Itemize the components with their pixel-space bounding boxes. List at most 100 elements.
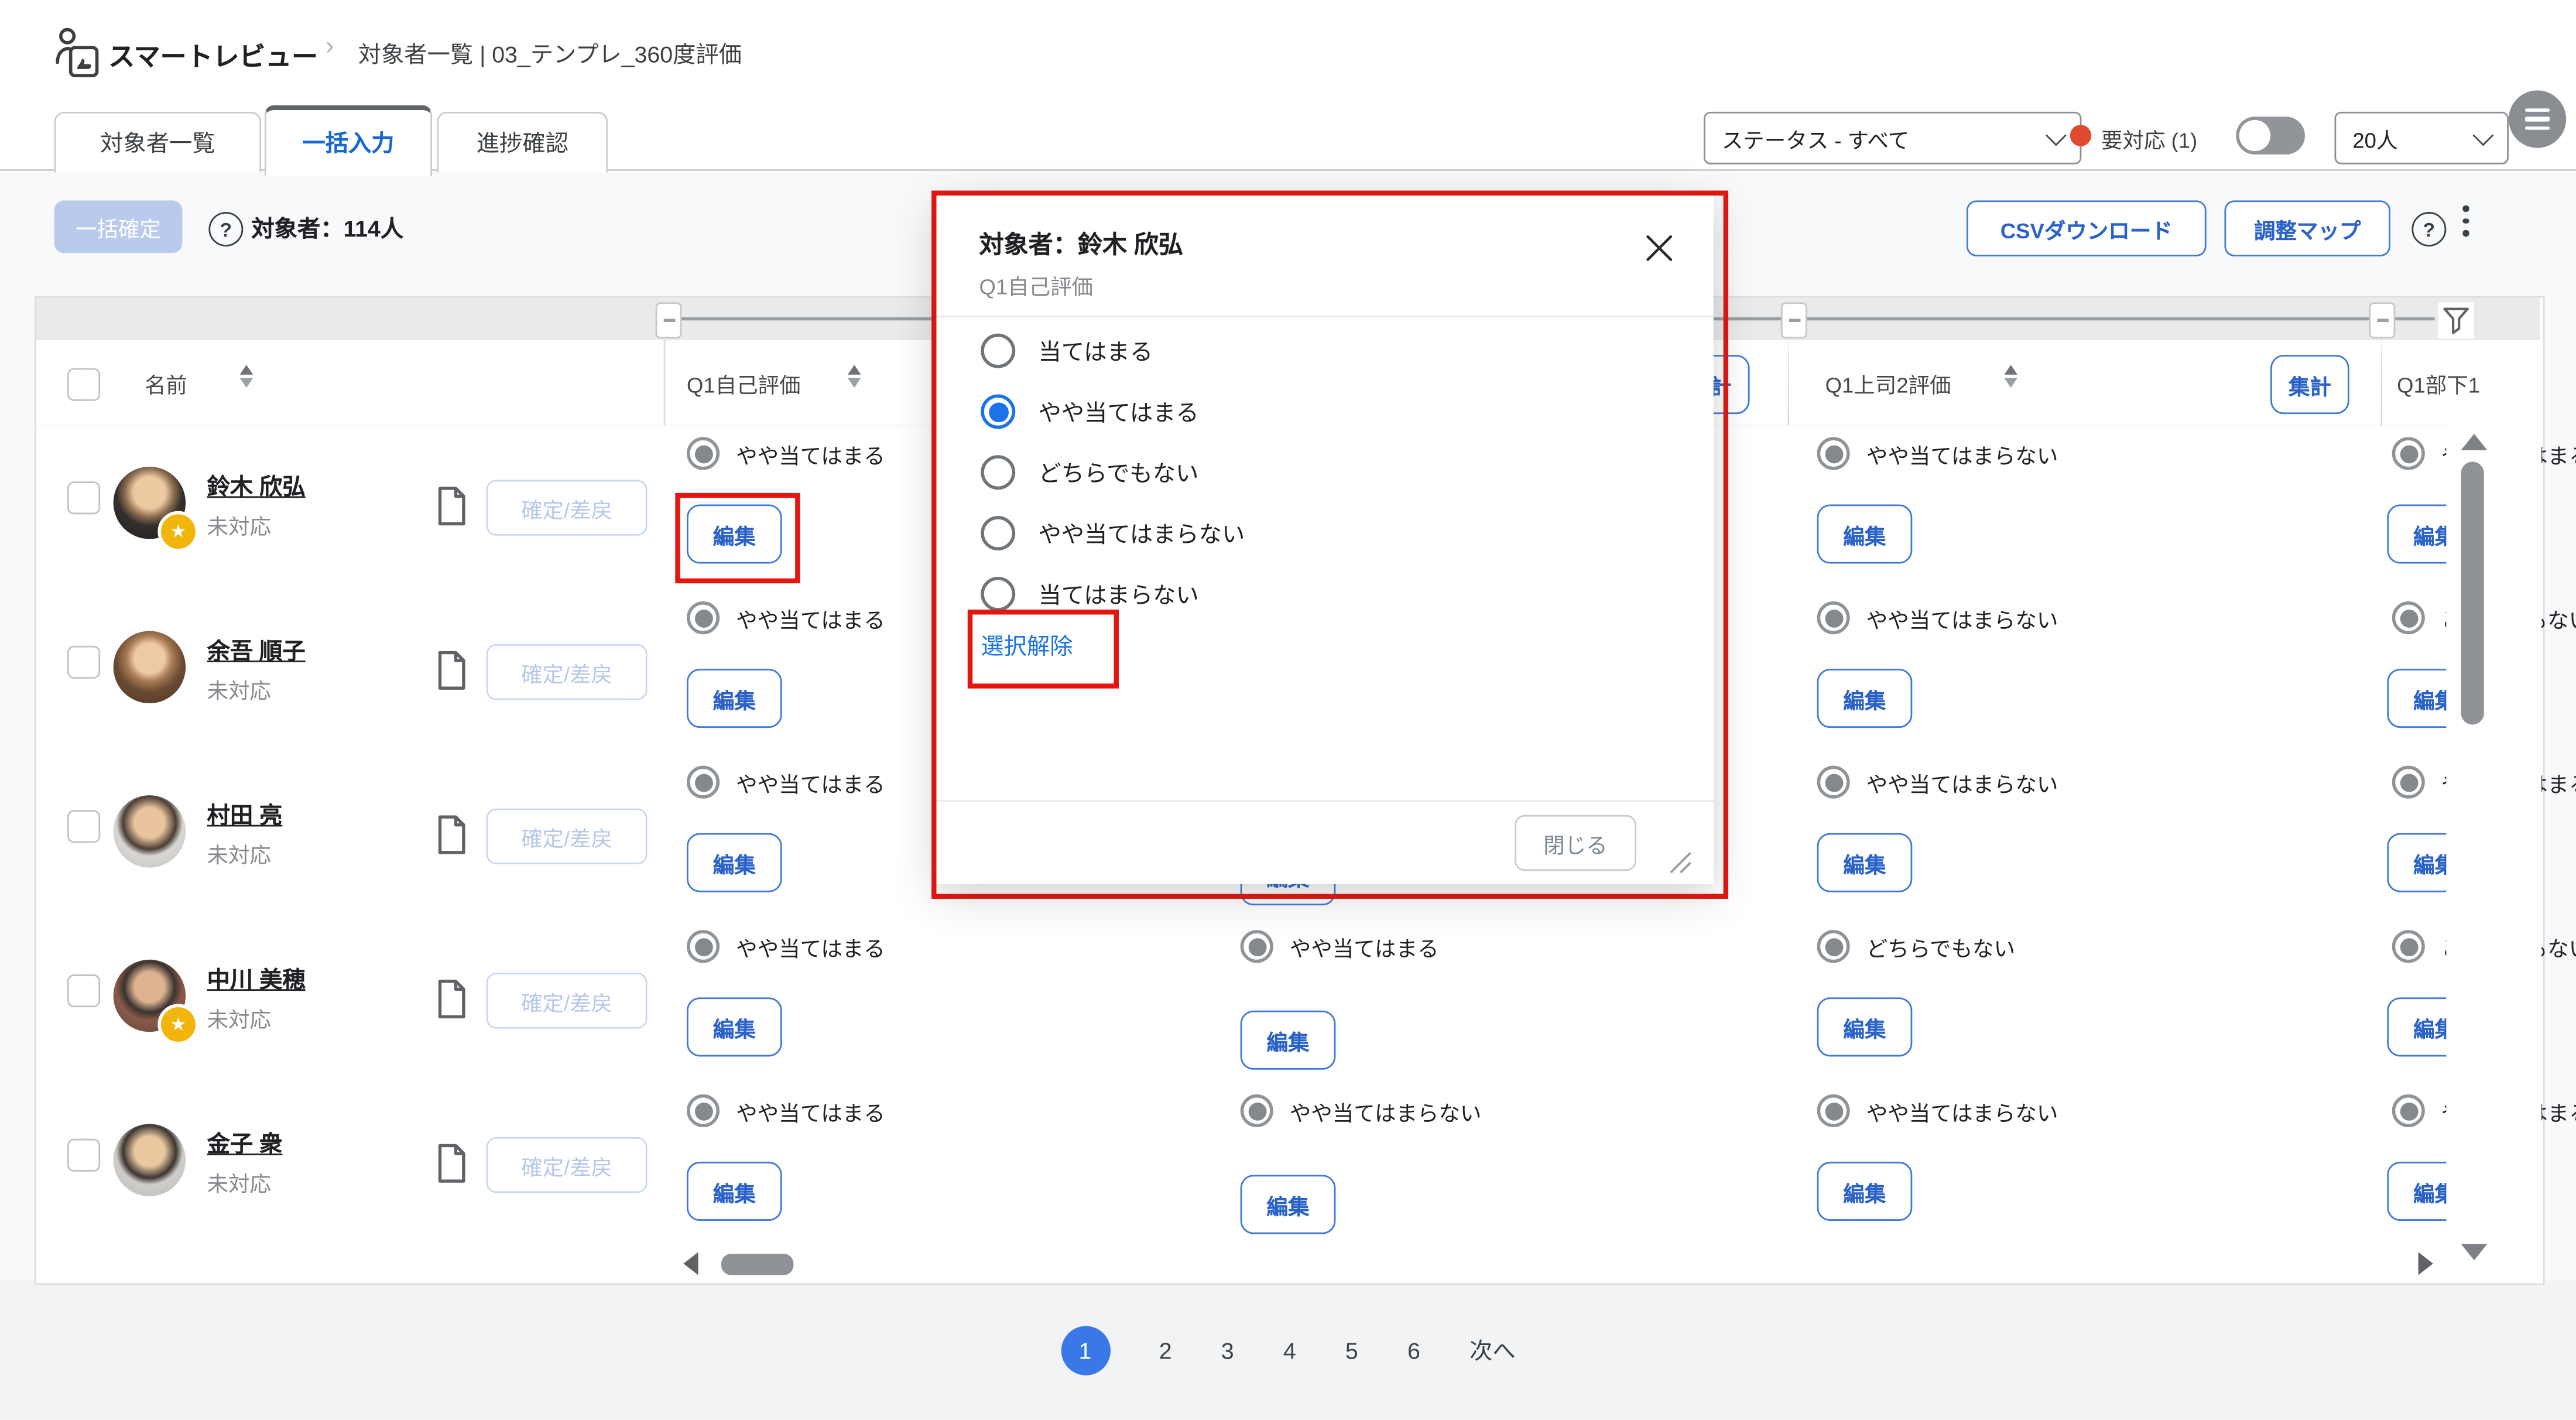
edit-button[interactable]: 編集 bbox=[687, 1162, 782, 1221]
person-name-link[interactable]: 中川 美穂 bbox=[207, 963, 306, 995]
radio-icon[interactable] bbox=[981, 516, 1015, 550]
menu-fab-button[interactable] bbox=[2509, 90, 2566, 148]
q1-mid-value: やや当てはまる bbox=[1241, 930, 1439, 963]
row-checkbox[interactable] bbox=[67, 481, 100, 514]
tab-progress[interactable]: 進捗確認 bbox=[437, 112, 608, 173]
scroll-up-arrow[interactable] bbox=[2461, 434, 2488, 450]
radio-checked-icon[interactable] bbox=[981, 394, 1015, 429]
kebab-menu-icon[interactable] bbox=[2462, 206, 2468, 236]
radio-option-selected[interactable]: やや当てはまる bbox=[981, 394, 1198, 429]
column-resize-handle[interactable] bbox=[1781, 302, 1807, 338]
sort-icon[interactable] bbox=[2004, 365, 2017, 388]
q1-boss2-value: やや当てはまらない bbox=[1817, 601, 2058, 634]
column-resize-handle[interactable] bbox=[656, 302, 682, 338]
edit-button[interactable]: 編集 bbox=[687, 669, 782, 728]
modal-footer-divider bbox=[936, 800, 1713, 802]
page-6[interactable]: 6 bbox=[1407, 1337, 1420, 1364]
column-header-name[interactable]: 名前 bbox=[145, 368, 187, 399]
help-icon[interactable]: ? bbox=[208, 212, 243, 247]
radio-option[interactable]: やや当てはまらない bbox=[981, 516, 1245, 550]
radio-option[interactable]: どちらでもない bbox=[981, 455, 1198, 490]
avatar bbox=[114, 631, 186, 703]
confirm-return-button[interactable]: 確定/差戻 bbox=[487, 973, 648, 1028]
csv-download-button[interactable]: CSVダウンロード bbox=[1967, 200, 2207, 256]
edit-button[interactable]: 編集 bbox=[687, 833, 782, 892]
radio-selected-icon bbox=[2392, 766, 2425, 799]
attention-toggle[interactable] bbox=[2236, 117, 2305, 155]
filter-funnel-icon[interactable] bbox=[2438, 302, 2474, 338]
person-name-link[interactable]: 鈴木 欣弘 bbox=[207, 470, 306, 503]
status-filter-select[interactable]: ステータス - すべて bbox=[1704, 112, 2081, 165]
next-page-link[interactable]: 次へ bbox=[1469, 1335, 1516, 1367]
page-size-select[interactable]: 20人 bbox=[2334, 112, 2508, 165]
radio-option[interactable]: 当てはまらない bbox=[981, 577, 1198, 611]
document-icon[interactable] bbox=[436, 1144, 468, 1191]
vertical-scrollbar[interactable] bbox=[2461, 462, 2484, 725]
document-icon[interactable] bbox=[436, 487, 468, 534]
aggregate-button[interactable]: 集計 bbox=[2270, 355, 2349, 414]
column-header-q1-self[interactable]: Q1自己評価 bbox=[687, 368, 801, 399]
confirm-return-button[interactable]: 確定/差戻 bbox=[487, 809, 648, 864]
radio-icon[interactable] bbox=[981, 455, 1015, 490]
edit-button[interactable]: 編集 bbox=[1817, 504, 1913, 563]
annotation-box-edit bbox=[675, 493, 800, 583]
edit-button[interactable]: 編集 bbox=[687, 997, 782, 1056]
row-checkbox[interactable] bbox=[67, 810, 100, 843]
row-checkbox[interactable] bbox=[67, 974, 100, 1007]
scroll-right-arrow[interactable] bbox=[2419, 1252, 2433, 1275]
star-badge-icon: ★ bbox=[157, 511, 198, 552]
person-name-link[interactable]: 村田 亮 bbox=[207, 799, 283, 832]
document-icon[interactable] bbox=[436, 815, 468, 863]
edit-button[interactable]: 編集 bbox=[1817, 833, 1913, 892]
tab-target-list[interactable]: 対象者一覧 bbox=[54, 112, 262, 173]
page-2[interactable]: 2 bbox=[1159, 1337, 1172, 1364]
document-icon[interactable] bbox=[436, 651, 468, 698]
chevron-down-icon bbox=[2046, 124, 2067, 145]
document-icon[interactable] bbox=[436, 979, 468, 1026]
bulk-confirm-button[interactable]: 一括確定 bbox=[54, 200, 183, 253]
confirm-return-button[interactable]: 確定/差戻 bbox=[487, 1137, 648, 1193]
annotation-box-clear bbox=[968, 610, 1119, 689]
close-icon[interactable] bbox=[1643, 232, 1676, 265]
confirm-return-button[interactable]: 確定/差戻 bbox=[487, 480, 648, 535]
column-header-q1-boss2[interactable]: Q1上司2評価 bbox=[1825, 368, 1951, 399]
q1-self-value: やや当てはまる bbox=[687, 1094, 885, 1127]
tab-bulk-input[interactable]: 一括入力 bbox=[265, 105, 432, 176]
app-logo-icon bbox=[54, 26, 101, 79]
edit-button[interactable]: 編集 bbox=[1817, 669, 1913, 728]
help-icon[interactable]: ? bbox=[2411, 212, 2446, 247]
row-checkbox[interactable] bbox=[67, 646, 100, 679]
page-4[interactable]: 4 bbox=[1283, 1337, 1296, 1364]
sort-icon[interactable] bbox=[240, 365, 253, 388]
app-screen: スマートレビュー › 対象者一覧 | 03_テンプレ_360度評価 対象者一覧 … bbox=[0, 0, 2576, 1419]
radio-icon[interactable] bbox=[981, 334, 1015, 368]
q1-self-value: やや当てはまる bbox=[687, 437, 885, 470]
radio-icon[interactable] bbox=[981, 577, 1015, 611]
edit-button[interactable]: 編集 bbox=[1817, 997, 1913, 1056]
scroll-down-arrow[interactable] bbox=[2461, 1244, 2488, 1260]
sort-icon[interactable] bbox=[848, 365, 861, 388]
edit-button[interactable]: 編集 bbox=[1241, 1175, 1336, 1234]
modal-close-button[interactable]: 閉じる bbox=[1515, 815, 1636, 871]
radio-selected-icon bbox=[2392, 1094, 2425, 1127]
edit-button[interactable]: 編集 bbox=[1241, 1011, 1336, 1070]
page-5[interactable]: 5 bbox=[1345, 1337, 1358, 1364]
radio-option[interactable]: 当てはまる bbox=[981, 334, 1153, 368]
row-checkbox[interactable] bbox=[67, 1139, 100, 1172]
person-name-link[interactable]: 金子 衆 bbox=[207, 1127, 283, 1160]
person-name-link[interactable]: 余吾 順子 bbox=[207, 634, 306, 667]
radio-selected-icon bbox=[2392, 437, 2425, 470]
column-resize-handle[interactable] bbox=[2369, 302, 2395, 338]
horizontal-scrollbar[interactable] bbox=[721, 1254, 793, 1275]
page-1-active[interactable]: 1 bbox=[1060, 1326, 1109, 1375]
adjust-map-button[interactable]: 調整マップ bbox=[2224, 200, 2390, 256]
confirm-return-button[interactable]: 確定/差戻 bbox=[487, 644, 648, 700]
edit-button[interactable]: 編集 bbox=[1817, 1162, 1913, 1221]
table-row: 金子 衆 未対応 確定/差戻 やや当てはまる 編集 やや当てはまらない 編集 や… bbox=[36, 1083, 2540, 1248]
scroll-left-arrow[interactable] bbox=[683, 1252, 698, 1275]
resize-handle-icon[interactable] bbox=[1666, 848, 1692, 882]
column-header-q1-sub1[interactable]: Q1部下1 bbox=[2397, 368, 2480, 399]
toggle-knob bbox=[2239, 120, 2270, 151]
page-3[interactable]: 3 bbox=[1221, 1337, 1234, 1364]
select-all-checkbox[interactable] bbox=[67, 368, 100, 401]
